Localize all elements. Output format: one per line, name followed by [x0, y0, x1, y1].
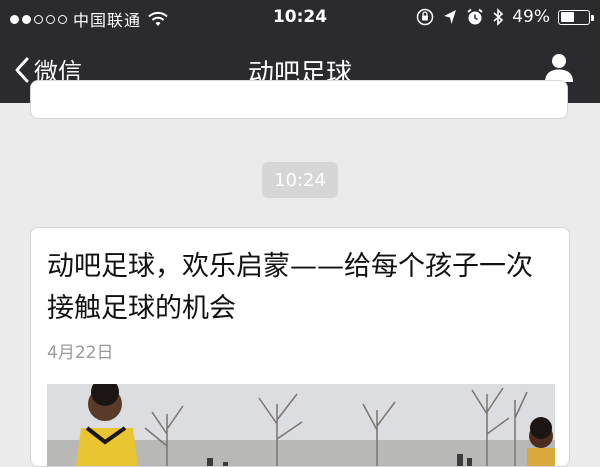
battery-icon	[558, 9, 594, 25]
bluetooth-icon	[493, 8, 504, 26]
status-bar: 中国联通 10:24 49%	[0, 0, 600, 36]
article-date: 4月22日	[47, 343, 114, 363]
article-title[interactable]: 动吧足球，欢乐启蒙——给每个孩子一次接触足球的机会	[47, 246, 547, 330]
status-right: 49%	[416, 7, 594, 27]
battery-level	[560, 12, 574, 22]
orientation-lock-icon	[416, 8, 434, 26]
battery-percent: 49%	[512, 7, 550, 27]
alarm-icon	[467, 8, 483, 25]
previous-message-card[interactable]	[30, 80, 568, 119]
person-icon	[545, 54, 573, 82]
location-arrow-icon	[444, 10, 457, 24]
article-card[interactable]: 动吧足球，欢乐启蒙——给每个孩子一次接触足球的机会 4月22日	[30, 227, 570, 467]
time-divider: 10:24	[262, 162, 338, 198]
article-cover-image[interactable]	[47, 384, 555, 467]
